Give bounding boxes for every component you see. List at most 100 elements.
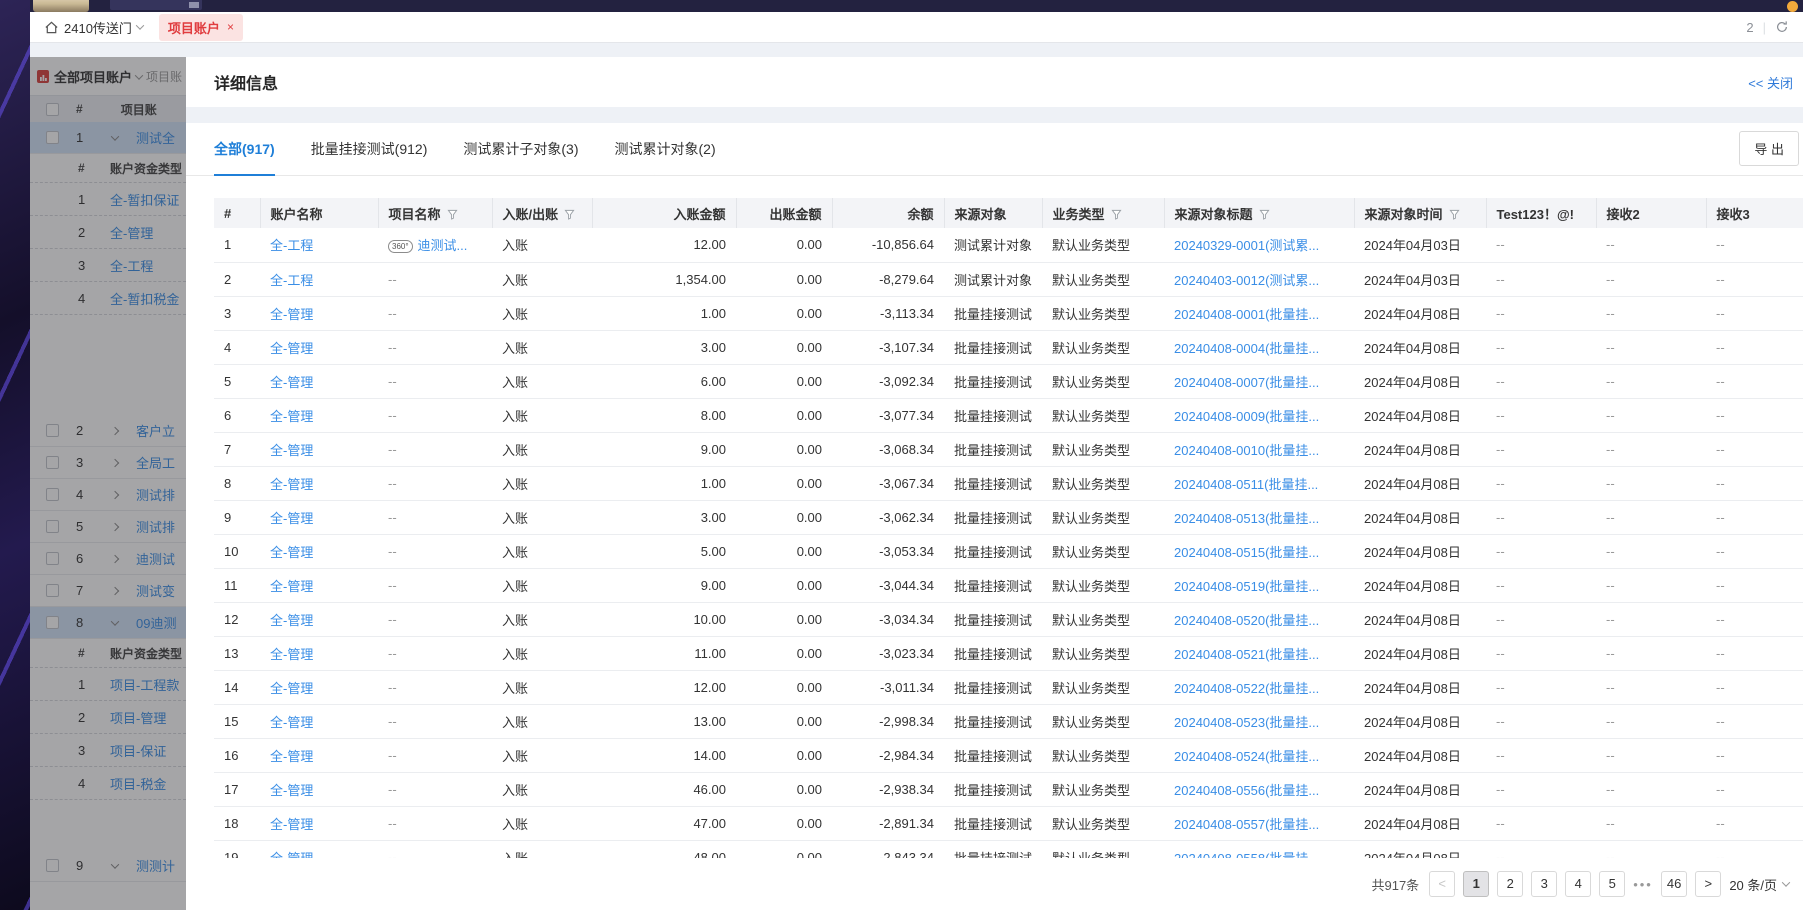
col-header-project[interactable]: 项目名称 xyxy=(378,198,492,228)
close-tab-icon[interactable]: × xyxy=(227,20,234,34)
topbar-box-button[interactable] xyxy=(189,2,199,8)
filter-icon[interactable] xyxy=(1259,209,1270,220)
next-page-button[interactable]: > xyxy=(1695,871,1721,897)
account-link[interactable]: 全-管理 xyxy=(270,681,313,696)
cell-test123: -- xyxy=(1486,806,1596,840)
table-row[interactable]: 9全-管理--入账3.000.00-3,062.34批量挂接测试默认业务类型20… xyxy=(214,500,1803,534)
table-row[interactable]: 2全-工程--入账1,354.000.00-8,279.64测试累计对象默认业务… xyxy=(214,262,1803,296)
col-header-source_title[interactable]: 来源对象标题 xyxy=(1164,198,1354,228)
source_title-link[interactable]: 20240329-0001(测试累... xyxy=(1174,238,1319,253)
cell-biz_type: 默认业务类型 xyxy=(1042,500,1164,534)
table-row[interactable]: 3全-管理--入账1.000.00-3,113.34批量挂接测试默认业务类型20… xyxy=(214,296,1803,330)
pagination-ellipsis[interactable]: ••• xyxy=(1633,877,1653,892)
project-link[interactable]: 迪测试... xyxy=(418,238,468,253)
account-link[interactable]: 全-管理 xyxy=(270,851,313,859)
account-link[interactable]: 全-管理 xyxy=(270,647,313,662)
account-link[interactable]: 全-管理 xyxy=(270,443,313,458)
page-button-2[interactable]: 2 xyxy=(1497,871,1523,897)
account-link[interactable]: 全-工程 xyxy=(270,273,313,288)
source_title-link[interactable]: 20240408-0558(批量挂... xyxy=(1174,851,1319,859)
page-button-1[interactable]: 1 xyxy=(1463,871,1489,897)
source_title-link[interactable]: 20240408-0519(批量挂... xyxy=(1174,579,1319,594)
sidebar-dim-overlay[interactable] xyxy=(30,57,186,910)
table-row[interactable]: 5全-管理--入账6.000.00-3,092.34批量挂接测试默认业务类型20… xyxy=(214,364,1803,398)
source_title-link[interactable]: 20240408-0521(批量挂... xyxy=(1174,647,1319,662)
source_title-link[interactable]: 20240408-0009(批量挂... xyxy=(1174,409,1319,424)
detail-tab-0[interactable]: 全部(917) xyxy=(214,139,275,176)
account-link[interactable]: 全-管理 xyxy=(270,477,313,492)
account-link[interactable]: 全-管理 xyxy=(270,307,313,322)
account-link[interactable]: 全-管理 xyxy=(270,375,313,390)
account-link[interactable]: 全-管理 xyxy=(270,579,313,594)
table-row[interactable]: 8全-管理--入账1.000.00-3,067.34批量挂接测试默认业务类型20… xyxy=(214,466,1803,500)
page-button-5[interactable]: 5 xyxy=(1599,871,1625,897)
home-tab[interactable]: 2410传送门 xyxy=(44,18,143,37)
export-button[interactable]: 导 出 xyxy=(1739,131,1799,166)
detail-tab-3[interactable]: 测试累计对象(2) xyxy=(615,139,716,175)
active-page-tab[interactable]: 项目账户 × xyxy=(159,14,243,41)
last-page-button[interactable]: 46 xyxy=(1661,871,1687,897)
source_title-link[interactable]: 20240408-0557(批量挂... xyxy=(1174,817,1319,832)
account-link[interactable]: 全-管理 xyxy=(270,817,313,832)
table-row[interactable]: 13全-管理--入账11.000.00-3,023.34批量挂接测试默认业务类型… xyxy=(214,636,1803,670)
table-row[interactable]: 17全-管理--入账46.000.00-2,938.34批量挂接测试默认业务类型… xyxy=(214,772,1803,806)
source_title-link[interactable]: 20240408-0010(批量挂... xyxy=(1174,443,1319,458)
source_title-link[interactable]: 20240408-0007(批量挂... xyxy=(1174,375,1319,390)
page-button-3[interactable]: 3 xyxy=(1531,871,1557,897)
cell-source_time: 2024年04月08日 xyxy=(1354,398,1486,432)
chevron-down-icon[interactable] xyxy=(136,21,144,29)
table-row[interactable]: 16全-管理--入账14.000.00-2,984.34批量挂接测试默认业务类型… xyxy=(214,738,1803,772)
filter-icon[interactable] xyxy=(1111,209,1122,220)
table-row[interactable]: 12全-管理--入账10.000.00-3,034.34批量挂接测试默认业务类型… xyxy=(214,602,1803,636)
table-row[interactable]: 18全-管理--入账47.000.00-2,891.34批量挂接测试默认业务类型… xyxy=(214,806,1803,840)
table-row[interactable]: 14全-管理--入账12.000.00-3,011.34批量挂接测试默认业务类型… xyxy=(214,670,1803,704)
account-link[interactable]: 全-管理 xyxy=(270,715,313,730)
filter-icon[interactable] xyxy=(1449,209,1460,220)
table-row[interactable]: 4全-管理--入账3.000.00-3,107.34批量挂接测试默认业务类型20… xyxy=(214,330,1803,364)
table-row[interactable]: 6全-管理--入账8.000.00-3,077.34批量挂接测试默认业务类型20… xyxy=(214,398,1803,432)
account-link[interactable]: 全-管理 xyxy=(270,783,313,798)
account-link[interactable]: 全-管理 xyxy=(270,341,313,356)
filter-icon[interactable] xyxy=(447,209,458,220)
detail-tab-1[interactable]: 批量挂接测试(912) xyxy=(311,139,428,175)
source_title-link[interactable]: 20240408-0524(批量挂... xyxy=(1174,749,1319,764)
source_title-link[interactable]: 20240408-0522(批量挂... xyxy=(1174,681,1319,696)
source_title-link[interactable]: 20240408-0556(批量挂... xyxy=(1174,783,1319,798)
account-link[interactable]: 全-管理 xyxy=(270,545,313,560)
table-row[interactable]: 11全-管理--入账9.000.00-3,044.34批量挂接测试默认业务类型2… xyxy=(214,568,1803,602)
table-row[interactable]: 15全-管理--入账13.000.00-2,998.34批量挂接测试默认业务类型… xyxy=(214,704,1803,738)
topbar-box[interactable] xyxy=(110,0,202,10)
cell-direction: 入账 xyxy=(492,432,592,466)
account-link[interactable]: 全-管理 xyxy=(270,409,313,424)
detail-panel: 详细信息 << 关闭 全部(917)批量挂接测试(912)测试累计子对象(3)测… xyxy=(186,57,1803,910)
source_title-link[interactable]: 20240408-0513(批量挂... xyxy=(1174,511,1319,526)
source_title-link[interactable]: 20240408-0001(批量挂... xyxy=(1174,307,1319,322)
avatar[interactable] xyxy=(33,0,89,12)
chevron-down-icon xyxy=(1782,878,1790,886)
page-size-select[interactable]: 20 条/页 xyxy=(1729,875,1789,894)
detail-tab-2[interactable]: 测试累计子对象(3) xyxy=(463,139,578,175)
account-link[interactable]: 全-管理 xyxy=(270,613,313,628)
source_title-link[interactable]: 20240408-0515(批量挂... xyxy=(1174,545,1319,560)
page-button-4[interactable]: 4 xyxy=(1565,871,1591,897)
refresh-icon[interactable] xyxy=(1775,20,1789,34)
close-panel-link[interactable]: << 关闭 xyxy=(1748,73,1793,92)
table-row[interactable]: 19全-管理--入账48.000.00-2,843.34批量挂接测试默认业务类型… xyxy=(214,840,1803,858)
source_title-link[interactable]: 20240403-0012(测试累... xyxy=(1174,273,1319,288)
col-header-source_time[interactable]: 来源对象时间 xyxy=(1354,198,1486,228)
account-link[interactable]: 全-管理 xyxy=(270,511,313,526)
filter-icon[interactable] xyxy=(564,209,575,220)
col-header-direction[interactable]: 入账/出账 xyxy=(492,198,592,228)
source_title-link[interactable]: 20240408-0523(批量挂... xyxy=(1174,715,1319,730)
source_title-link[interactable]: 20240408-0520(批量挂... xyxy=(1174,613,1319,628)
source_title-link[interactable]: 20240408-0004(批量挂... xyxy=(1174,341,1319,356)
source_title-link[interactable]: 20240408-0511(批量挂... xyxy=(1174,477,1318,492)
col-header-biz_type[interactable]: 业务类型 xyxy=(1042,198,1164,228)
col-header-out_amount: 出账金额 xyxy=(736,198,832,228)
table-row[interactable]: 7全-管理--入账9.000.00-3,068.34批量挂接测试默认业务类型20… xyxy=(214,432,1803,466)
table-row[interactable]: 10全-管理--入账5.000.00-3,053.34批量挂接测试默认业务类型2… xyxy=(214,534,1803,568)
table-row[interactable]: 1全-工程360°迪测试...入账12.000.00-10,856.64测试累计… xyxy=(214,228,1803,262)
prev-page-button[interactable]: < xyxy=(1429,871,1455,897)
account-link[interactable]: 全-管理 xyxy=(270,749,313,764)
account-link[interactable]: 全-工程 xyxy=(270,238,313,253)
